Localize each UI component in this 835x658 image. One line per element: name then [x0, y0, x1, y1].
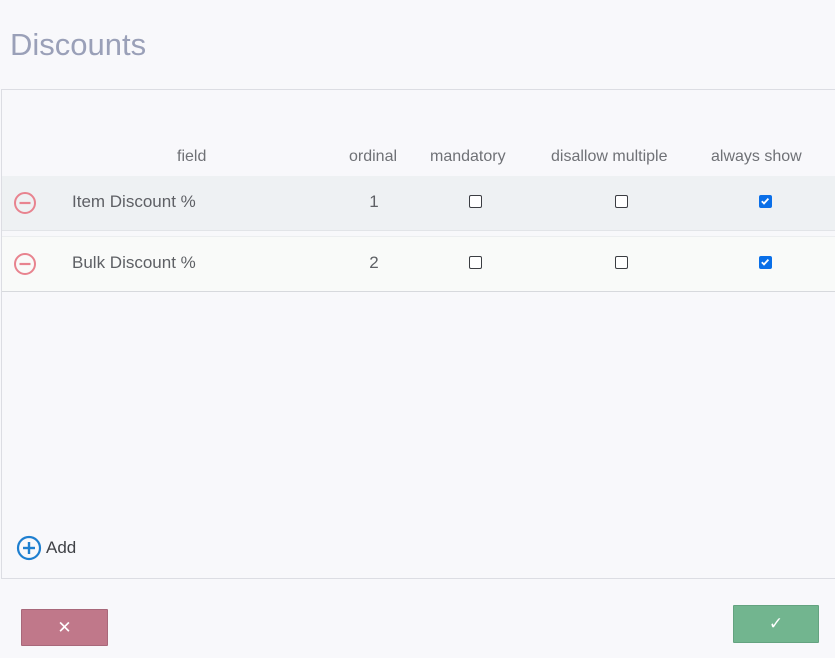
cancel-button[interactable]: ✕ [21, 609, 108, 646]
field-name: Item Discount % [72, 192, 196, 211]
disallow-multiple-checkbox[interactable] [615, 256, 628, 269]
remove-row-button[interactable] [13, 252, 37, 276]
ordinal-value: 1 [369, 192, 379, 211]
add-row-button[interactable]: Add [16, 535, 77, 561]
page-title: Discounts [10, 27, 147, 62]
column-header-disallow-multiple: disallow multiple [551, 148, 668, 165]
mandatory-checkbox[interactable] [469, 256, 482, 269]
always-show-checkbox[interactable] [759, 195, 772, 208]
close-icon: ✕ [57, 617, 72, 637]
checkmark-icon [761, 197, 770, 205]
always-show-checkbox[interactable] [759, 256, 772, 269]
minus-circle-icon [14, 253, 36, 275]
table-row: Item Discount % 1 [2, 176, 835, 231]
minus-circle-icon [14, 192, 36, 214]
confirm-button[interactable]: ✓ [733, 605, 819, 643]
discounts-panel: field ordinal mandatory disallow multipl… [1, 89, 835, 579]
column-header-ordinal: ordinal [349, 148, 398, 165]
disallow-multiple-checkbox[interactable] [615, 195, 628, 208]
remove-row-button[interactable] [13, 191, 37, 215]
ordinal-value: 2 [369, 253, 379, 272]
column-header-field: field [177, 148, 207, 165]
column-header-always-show: always show [711, 148, 802, 165]
mandatory-checkbox[interactable] [469, 195, 482, 208]
field-name: Bulk Discount % [72, 253, 196, 272]
checkmark-icon [761, 258, 770, 266]
table-row: Bulk Discount % 2 [2, 236, 835, 292]
plus-circle-icon [16, 535, 42, 561]
checkmark-icon: ✓ [768, 614, 784, 633]
column-header-mandatory: mandatory [430, 148, 506, 165]
add-label: Add [46, 538, 77, 557]
